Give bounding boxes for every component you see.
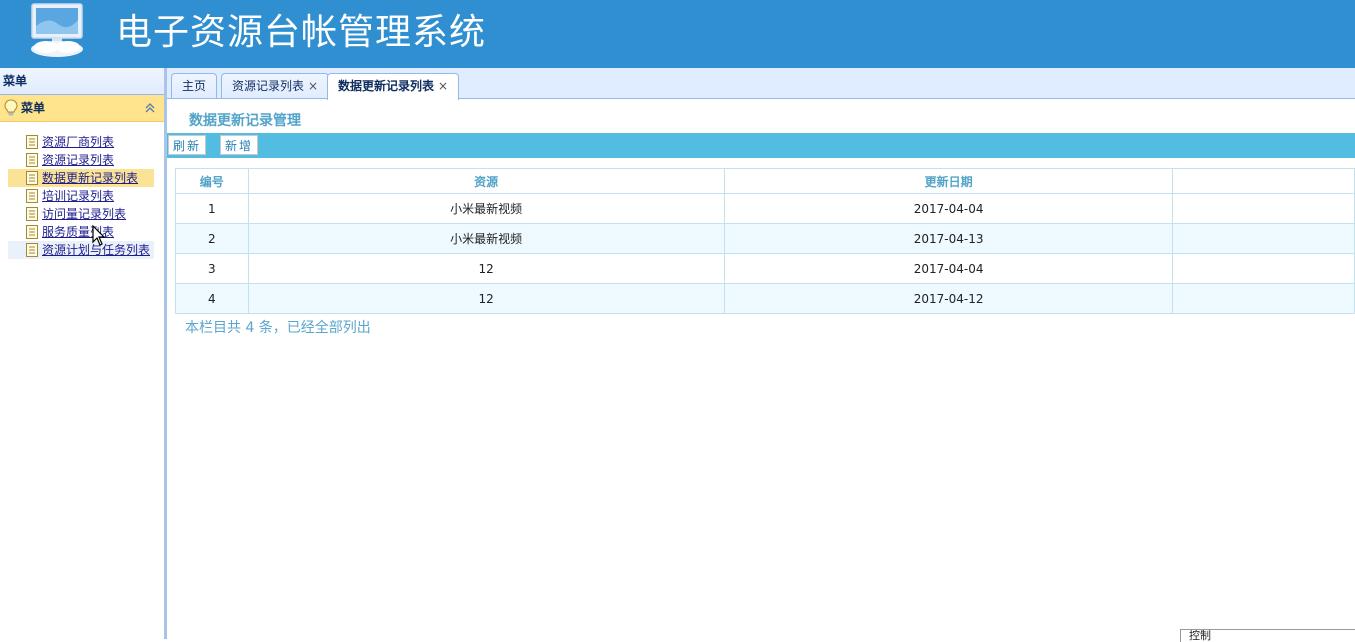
tab-resource-records[interactable]: 资源记录列表 × xyxy=(221,73,330,98)
collapse-icon[interactable] xyxy=(144,102,156,114)
menu-panel-header[interactable]: 菜单 xyxy=(0,95,164,122)
tab-label: 数据更新记录列表 xyxy=(338,79,435,93)
table-cell: 4 xyxy=(175,283,249,314)
table-cell: 小米最新视频 xyxy=(247,223,725,254)
table-row[interactable]: 3 12 2017-04-04 xyxy=(175,253,1355,284)
column-header: 编号 xyxy=(175,168,249,194)
table-row[interactable]: 1 小米最新视频 2017-04-04 xyxy=(175,193,1355,224)
table-cell: 2017-04-04 xyxy=(723,193,1174,224)
tab-bar: 主页 资源记录列表 × 数据更新记录列表 × xyxy=(167,68,1355,100)
menu-item-service-quality[interactable]: 服务质量列表 xyxy=(8,223,154,241)
section-title: 数据更新记录管理 xyxy=(189,113,301,129)
document-icon xyxy=(26,225,38,239)
menu-item-resource-records[interactable]: 资源记录列表 xyxy=(8,151,154,169)
computer-monitor-icon xyxy=(31,3,83,57)
add-button[interactable]: 新增 xyxy=(220,135,259,155)
app-header: 电子资源台帐管理系统 xyxy=(0,0,1355,68)
records-table: 编号 资源 更新日期 1 小米最新视频 2017-04-04 2 小米最新视频 … xyxy=(175,168,1355,314)
toolbar: 刷新 新增 xyxy=(167,133,1355,158)
menu-item-vendor-list[interactable]: 资源厂商列表 xyxy=(8,133,154,151)
status-box: 控制 xyxy=(1180,629,1355,642)
refresh-button[interactable]: 刷新 xyxy=(168,135,207,155)
sidebar: 菜单 菜单 资源厂商列表 资源记录列表 数据更新记录列表 培训记录列表 访问量记… xyxy=(0,68,167,639)
document-icon xyxy=(26,171,38,185)
app-title: 电子资源台帐管理系统 xyxy=(116,12,487,53)
menu-item-data-update-records[interactable]: 数据更新记录列表 xyxy=(8,169,154,187)
lightbulb-icon xyxy=(4,99,18,116)
menu-item-visit-records[interactable]: 访问量记录列表 xyxy=(8,205,154,223)
document-icon xyxy=(26,189,38,203)
menu-item-resource-plan[interactable]: 资源计划与任务列表 xyxy=(8,241,154,259)
sidebar-top-label: 菜单 xyxy=(0,68,164,95)
menu-item-training-records[interactable]: 培训记录列表 xyxy=(8,187,154,205)
document-icon xyxy=(26,135,38,149)
table-cell: 2 xyxy=(175,223,249,254)
document-icon xyxy=(26,207,38,221)
table-cell: 12 xyxy=(247,283,725,314)
tab-home[interactable]: 主页 xyxy=(171,73,218,98)
mouse-cursor-icon xyxy=(92,225,106,246)
table-row[interactable]: 4 12 2017-04-12 xyxy=(175,283,1355,314)
table-cell: 3 xyxy=(175,253,249,284)
document-icon xyxy=(26,153,38,167)
menu-item-label: 数据更新记录列表 xyxy=(42,171,139,185)
table-cell: 1 xyxy=(175,193,249,224)
tab-label: 资源记录列表 xyxy=(232,79,305,93)
table-header-row: 编号 资源 更新日期 xyxy=(175,168,1355,194)
table-row[interactable]: 2 小米最新视频 2017-04-13 xyxy=(175,223,1355,254)
menu-item-label: 资源记录列表 xyxy=(42,153,115,167)
tab-close-icon[interactable]: × xyxy=(438,79,448,93)
table-cell: 2017-04-04 xyxy=(723,253,1174,284)
table-cell: 2017-04-13 xyxy=(723,223,1174,254)
main-content: 主页 资源记录列表 × 数据更新记录列表 × 数据更新记录管理 刷新 新增 编号 资… xyxy=(167,68,1355,639)
tab-label: 主页 xyxy=(182,79,207,93)
tab-data-update-records[interactable]: 数据更新记录列表 × xyxy=(327,73,460,100)
column-header: 更新日期 xyxy=(723,168,1174,194)
table-cell xyxy=(1172,193,1355,224)
table-cell: 12 xyxy=(247,253,725,284)
menu-item-label: 资源厂商列表 xyxy=(42,135,115,149)
column-header: 资源 xyxy=(247,168,725,194)
table-cell: 2017-04-12 xyxy=(723,283,1174,314)
record-summary: 本栏目共 4 条，已经全部列出 xyxy=(185,320,371,336)
table-cell xyxy=(1172,283,1355,314)
document-icon xyxy=(26,243,38,257)
tab-close-icon[interactable]: × xyxy=(308,79,318,93)
column-header xyxy=(1172,168,1355,194)
menu-panel-title: 菜单 xyxy=(21,101,46,115)
menu-item-label: 培训记录列表 xyxy=(42,189,115,203)
menu-item-label: 访问量记录列表 xyxy=(42,207,127,221)
menu-list: 资源厂商列表 资源记录列表 数据更新记录列表 培训记录列表 访问量记录列表 服务… xyxy=(0,122,164,259)
table-cell xyxy=(1172,253,1355,284)
table-cell xyxy=(1172,223,1355,254)
table-cell: 小米最新视频 xyxy=(247,193,725,224)
